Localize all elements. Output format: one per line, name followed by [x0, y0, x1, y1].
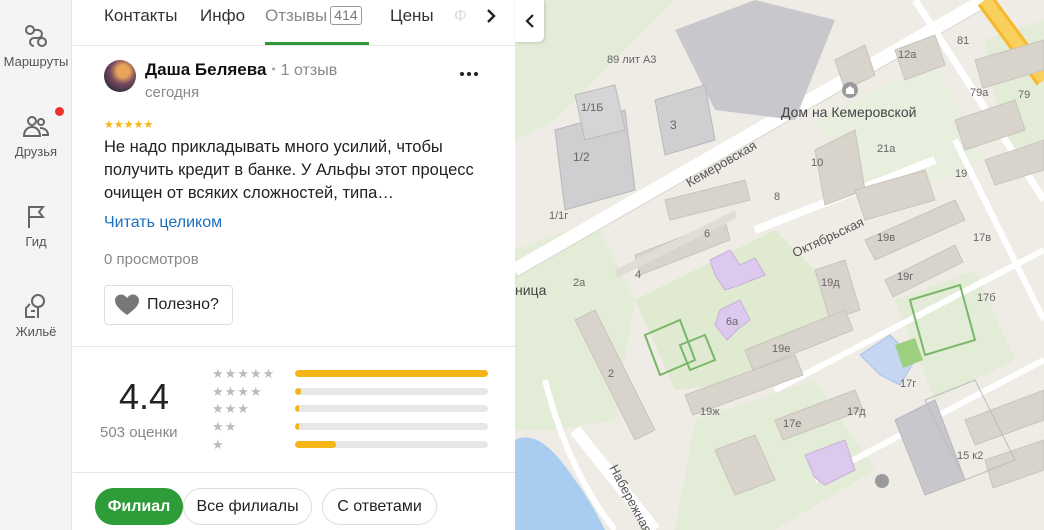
- rating-bar-track: [295, 387, 488, 395]
- map-label: 19е: [772, 343, 791, 355]
- map-label: 4: [635, 269, 642, 281]
- rail-label-friends: Друзья: [14, 144, 58, 159]
- map[interactable]: 89 лит А3 1/1Б 3 1/2 1/1г 2а 4 2 6 6а 8 …: [515, 0, 1044, 530]
- map-label: 17г: [900, 378, 917, 390]
- map-label: 19: [955, 168, 968, 180]
- filter-chip-all-branches[interactable]: Все филиалы: [183, 488, 312, 525]
- author-name: Даша Беляева: [145, 60, 267, 79]
- filter-chip-with-replies[interactable]: С ответами: [322, 488, 437, 525]
- rating-bar-track: [295, 370, 488, 377]
- map-label: 17б: [977, 292, 996, 304]
- useful-button[interactable]: Полезно?: [104, 285, 233, 325]
- notification-dot: [55, 107, 64, 116]
- map-label: 8: [774, 191, 781, 203]
- map-label: 19д: [821, 277, 840, 289]
- rating-value: 4.4: [119, 376, 170, 417]
- housing-icon: [20, 290, 52, 322]
- map-label: 6: [704, 228, 711, 240]
- rating-bar-fill: [295, 387, 301, 395]
- heart-icon: [115, 294, 139, 315]
- rail-label-housing: Жильё: [15, 324, 57, 339]
- section-divider-2: [73, 472, 515, 473]
- tab-info[interactable]: Инфо: [200, 6, 245, 26]
- rail-item-guide[interactable]: Гид: [0, 200, 72, 249]
- tab-reviews-label: Отзывы: [265, 6, 328, 25]
- section-divider: [73, 346, 515, 347]
- rating-bar-fill: [295, 440, 336, 448]
- tab-reviews[interactable]: Отзывы 414: [265, 6, 362, 26]
- poi-icon[interactable]: [875, 474, 889, 488]
- flag-icon: [20, 200, 52, 232]
- map-label: 1/1г: [549, 210, 569, 222]
- rating-count: 503 оценки: [100, 424, 178, 441]
- map-label: 79а: [970, 87, 989, 99]
- chevron-left-icon: [524, 14, 534, 28]
- reviews-panel: Контакты Инфо Отзывы414 Цены Ф Даша Беля…: [73, 0, 515, 530]
- map-label: 3: [670, 118, 677, 132]
- rating-bar-track: [295, 440, 488, 448]
- read-more-link[interactable]: Читать целиком: [104, 214, 222, 232]
- map-label: 1/2: [573, 150, 590, 164]
- rating-bar-fill: [295, 423, 299, 431]
- friends-icon: [20, 110, 52, 142]
- map-label: 1/1Б: [581, 102, 604, 114]
- useful-label: Полезно?: [147, 296, 219, 313]
- rating-row-stars: ★★★: [212, 401, 250, 417]
- review-date: сегодня: [145, 84, 200, 101]
- author-separator: •: [271, 62, 276, 76]
- rating-row-stars: ★★★★: [212, 383, 263, 399]
- filter-chip-branch[interactable]: Филиал: [95, 488, 183, 525]
- map-poi-partial-label[interactable]: ница: [515, 282, 546, 298]
- review-stars: ★★★★★: [104, 119, 154, 131]
- review-text: Не надо прикладывать много усилий, чтобы…: [104, 138, 474, 202]
- left-rail: Маршруты Друзья Гид Жильё: [0, 0, 72, 530]
- map-label: 15 к2: [957, 450, 984, 462]
- rail-label-routes: Маршруты: [3, 54, 69, 69]
- rating-bar-track: [295, 423, 488, 431]
- map-poi-label[interactable]: Дом на Кемеровской: [781, 104, 916, 120]
- active-tab-underline: [265, 42, 369, 45]
- map-label: 6а: [726, 316, 739, 328]
- tab-contacts[interactable]: Контакты: [104, 6, 177, 26]
- map-label: 79: [1018, 89, 1031, 101]
- rail-label-guide: Гид: [25, 234, 47, 249]
- map-label: 89 лит А3: [607, 54, 657, 66]
- map-label: 81: [957, 35, 970, 47]
- map-label: 19г: [897, 271, 914, 283]
- rail-item-routes[interactable]: Маршруты: [0, 20, 72, 69]
- tab-bar: Контакты Инфо Отзывы414 Цены Ф: [73, 0, 515, 46]
- tab-scroll-right-icon[interactable]: [481, 4, 501, 28]
- map-label: 12а: [898, 49, 917, 61]
- rating-row-stars: ★★★★★: [212, 366, 276, 381]
- routes-icon: [20, 20, 52, 52]
- more-options-icon[interactable]: [457, 62, 481, 86]
- map-label: 17е: [783, 418, 802, 430]
- map-label: 10: [811, 157, 824, 169]
- rating-bar-fill: [295, 370, 488, 377]
- map-label: 17д: [847, 406, 866, 418]
- rating-bar-track: [295, 405, 488, 413]
- collapse-panel-button[interactable]: [515, 0, 544, 42]
- map-label: 2: [608, 368, 615, 380]
- building-poi-icon[interactable]: [842, 82, 858, 98]
- map-label: 19ж: [700, 406, 720, 418]
- tab-prices[interactable]: Цены: [390, 6, 434, 26]
- rail-item-friends[interactable]: Друзья: [0, 107, 72, 159]
- review-author[interactable]: Даша Беляева • 1 отзыв: [145, 60, 337, 80]
- rail-item-housing[interactable]: Жильё: [0, 290, 72, 339]
- map-label: 19в: [877, 232, 896, 244]
- author-review-count: 1 отзыв: [280, 62, 338, 79]
- views-count: 0 просмотров: [104, 251, 199, 268]
- map-label: 21а: [877, 143, 896, 155]
- map-label: 2а: [573, 277, 586, 289]
- avatar[interactable]: [104, 60, 136, 92]
- rating-row-stars: ★: [212, 436, 225, 452]
- rating-bar-fill: [295, 405, 299, 413]
- rating-row-stars: ★★: [212, 419, 238, 435]
- reviews-count-badge: 414: [330, 6, 362, 25]
- map-label: 17в: [973, 232, 992, 244]
